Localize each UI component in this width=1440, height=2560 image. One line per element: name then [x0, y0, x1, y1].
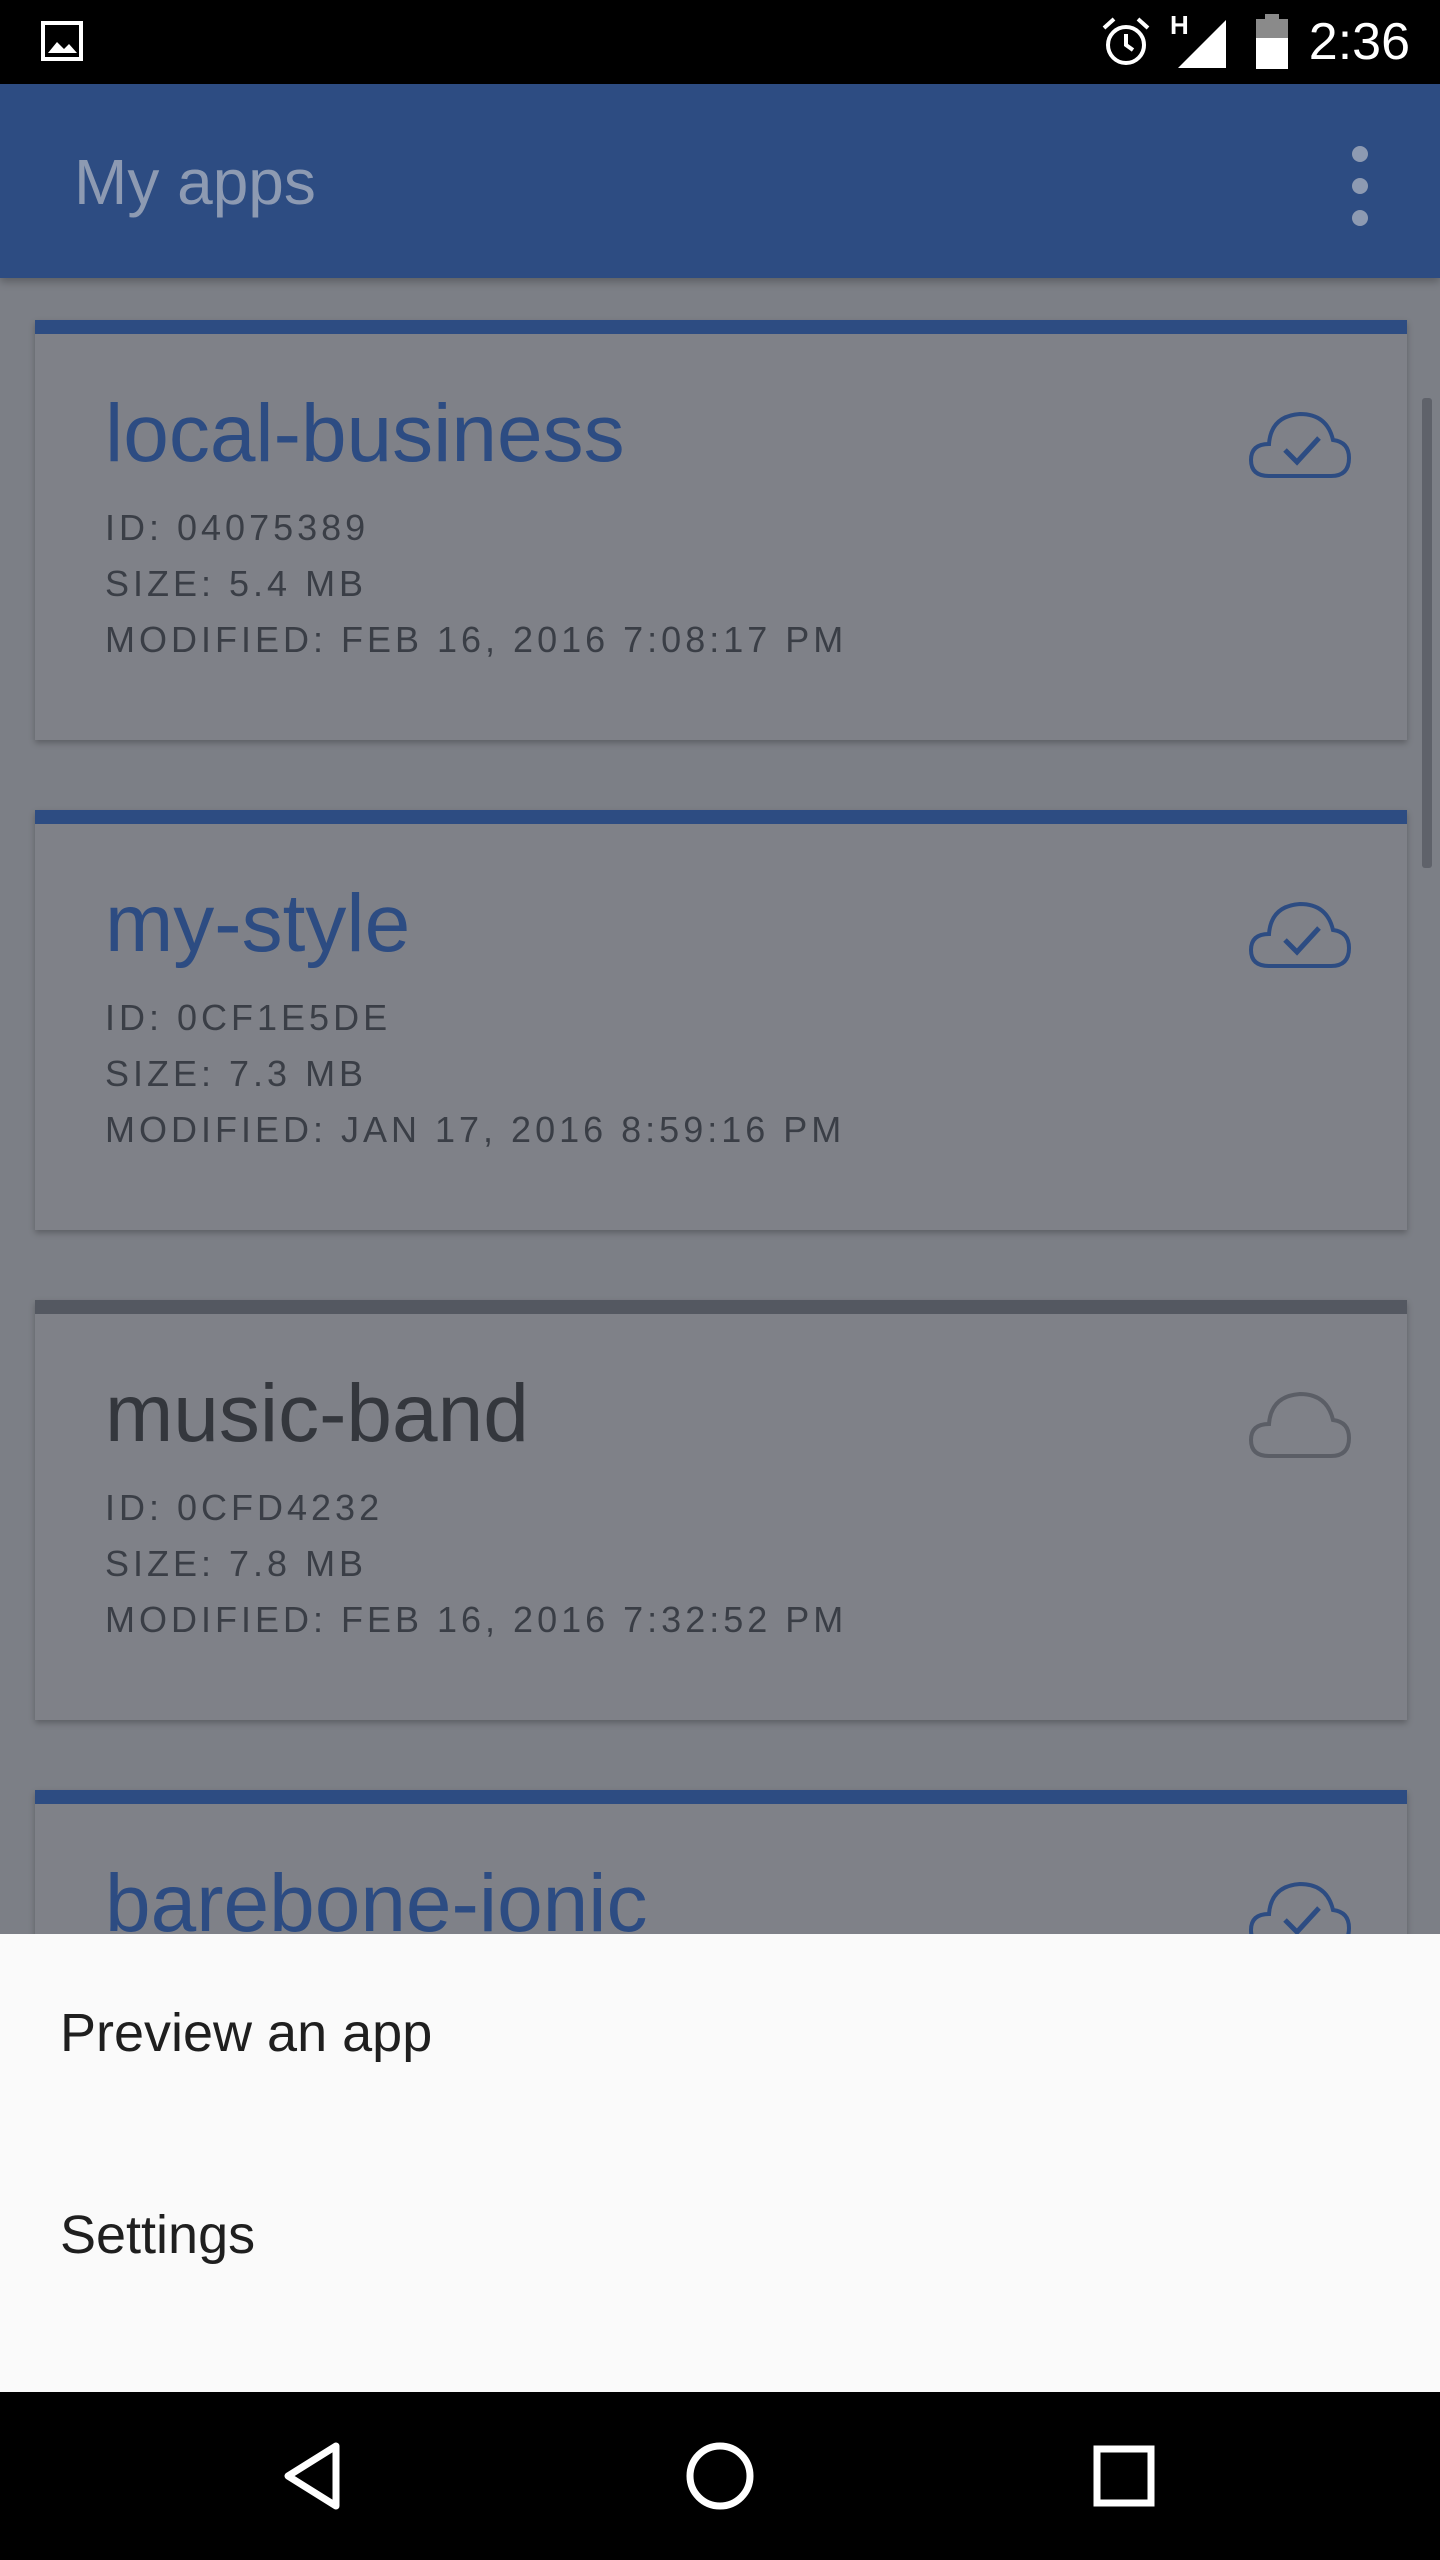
- app-name: music-band: [105, 1368, 529, 1459]
- app-id: ID: 04075389: [105, 507, 370, 548]
- cloud-done-icon: [1248, 901, 1352, 968]
- app-card[interactable]: my-style ID: 0CF1E5DE SIZE: 7.3 MB MODIF…: [35, 810, 1407, 1230]
- preview-app-menu-item[interactable]: Preview an app: [0, 1934, 1440, 2134]
- battery-icon: [1256, 14, 1288, 69]
- preview-app-label: Preview an app: [60, 2003, 433, 2063]
- scrollbar[interactable]: [1422, 398, 1432, 868]
- app-id: ID: 0CFD4232: [105, 1487, 384, 1528]
- alarm-icon: [1102, 17, 1150, 65]
- signal-icon: [1178, 20, 1226, 68]
- settings-menu-item[interactable]: Settings: [0, 2136, 1440, 2336]
- app-card[interactable]: barebone-ionic: [35, 1790, 1407, 1934]
- cloud-done-icon: [1248, 1881, 1352, 1934]
- home-icon[interactable]: [670, 2426, 770, 2526]
- app-name: my-style: [105, 878, 411, 969]
- more-vert-icon[interactable]: [1326, 140, 1396, 230]
- status-bar: H 2:36: [0, 0, 1440, 84]
- clock-time: 2:36: [1308, 13, 1410, 71]
- app-card[interactable]: local-business ID: 04075389 SIZE: 5.4 MB…: [35, 320, 1407, 740]
- cloud-outline-icon: [1248, 1391, 1352, 1458]
- navigation-bar: [0, 2392, 1440, 2560]
- app-size: SIZE: 7.3 MB: [105, 1053, 368, 1094]
- app-card[interactable]: music-band ID: 0CFD4232 SIZE: 7.8 MB MOD…: [35, 1300, 1407, 1720]
- app-name: local-business: [105, 388, 625, 479]
- settings-label: Settings: [60, 2205, 256, 2265]
- app-id: ID: 0CF1E5DE: [105, 997, 392, 1038]
- cloud-done-icon: [1248, 411, 1352, 478]
- gallery-icon: [41, 21, 83, 61]
- app-modified: MODIFIED: FEB 16, 2016 7:32:52 PM: [105, 1599, 848, 1640]
- app-modified: MODIFIED: JAN 17, 2016 8:59:16 PM: [105, 1109, 846, 1150]
- app-modified: MODIFIED: FEB 16, 2016 7:08:17 PM: [105, 619, 848, 660]
- app-name: barebone-ionic: [105, 1858, 648, 1934]
- bottom-sheet-menu: Preview an app Settings: [0, 1934, 1440, 2392]
- app-bar: My apps: [0, 84, 1440, 278]
- back-icon[interactable]: [266, 2426, 366, 2526]
- app-size: SIZE: 7.8 MB: [105, 1543, 368, 1584]
- recents-icon[interactable]: [1074, 2426, 1174, 2526]
- app-list[interactable]: local-business ID: 04075389 SIZE: 5.4 MB…: [0, 278, 1440, 1934]
- page-title: My apps: [74, 146, 316, 218]
- app-size: SIZE: 5.4 MB: [105, 563, 368, 604]
